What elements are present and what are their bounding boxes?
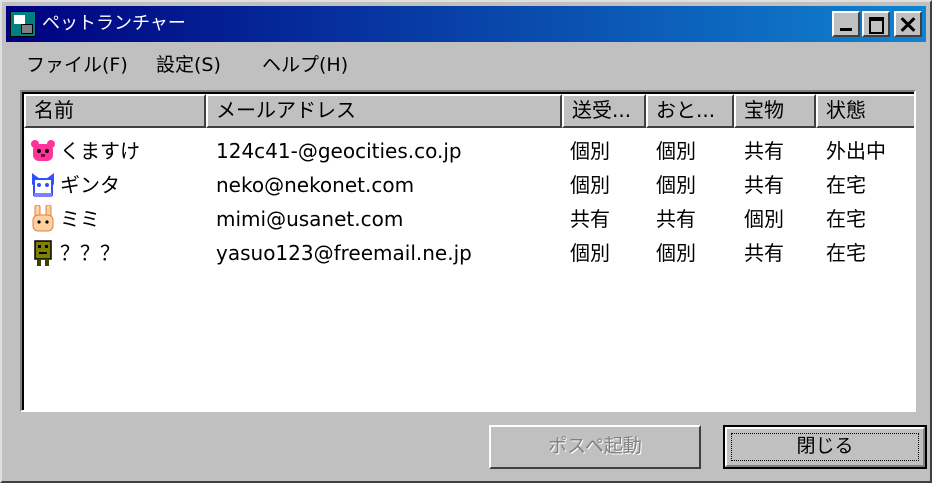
menu-file[interactable]: ファイル(F)	[26, 54, 128, 76]
pet-email: yasuo123@freemail.ne.jp	[216, 241, 472, 265]
pet-send-receive: 個別	[570, 173, 610, 197]
pet-sound: 個別	[656, 139, 696, 163]
menu-bar: ファイル(F) 設定(S) ヘルプ(H)	[6, 46, 926, 82]
column-header-treasure[interactable]: 宝物	[734, 94, 816, 128]
pet-treasure: 共有	[744, 241, 784, 265]
list-header: 名前 メールアドレス 送受... おと... 宝物 状態	[24, 94, 914, 128]
pet-email: 124c41-@geocities.co.jp	[216, 139, 462, 163]
pet-name: くますけ	[60, 139, 140, 163]
title-bar[interactable]: ペットランチャー	[6, 6, 926, 42]
cat-icon	[32, 173, 54, 197]
pet-send-receive: 個別	[570, 139, 610, 163]
menu-help[interactable]: ヘルプ(H)	[262, 54, 348, 76]
window-title: ペットランチャー	[42, 13, 186, 34]
table-row[interactable]: くますけ 124c41-@geocities.co.jp 個別 個別 共有 外出…	[24, 134, 914, 168]
column-header-send-receive[interactable]: 送受...	[562, 94, 646, 128]
column-header-status[interactable]: 状態	[816, 94, 914, 128]
column-header-email[interactable]: メールアドレス	[206, 94, 562, 128]
pet-sound: 個別	[656, 241, 696, 265]
pet-send-receive: 共有	[570, 207, 610, 231]
rabbit-icon	[32, 205, 54, 232]
close-button-label: 閉じる	[796, 435, 854, 457]
minimize-button[interactable]	[832, 11, 860, 37]
pet-name: ギンタ	[60, 173, 120, 197]
pet-status: 在宅	[826, 173, 866, 197]
pet-send-receive: 個別	[570, 241, 610, 265]
launch-postpet-button[interactable]: ポスペ起動	[489, 425, 701, 469]
pet-email: neko@nekonet.com	[216, 173, 415, 197]
pet-launcher-window: ペットランチャー ファイル(F) 設定(S) ヘルプ(H) 名前 メールアドレス…	[0, 0, 932, 483]
maximize-button[interactable]	[862, 11, 890, 37]
pet-name: ？？？	[60, 241, 120, 265]
close-window-button[interactable]	[894, 11, 922, 37]
app-icon[interactable]	[10, 11, 36, 37]
menu-settings[interactable]: 設定(S)	[156, 54, 221, 76]
column-header-name[interactable]: 名前	[24, 94, 206, 128]
table-row[interactable]: ミミ mimi@usanet.com 共有 共有 個別 在宅	[24, 202, 914, 236]
close-button[interactable]: 閉じる	[723, 425, 927, 469]
pet-status: 外出中	[826, 139, 886, 163]
pet-email: mimi@usanet.com	[216, 207, 404, 231]
column-header-sound[interactable]: おと...	[646, 94, 734, 128]
pink-bear-icon	[31, 140, 55, 161]
pet-name: ミミ	[60, 207, 100, 231]
pet-treasure: 個別	[744, 207, 784, 231]
table-row[interactable]: ？？？ yasuo123@freemail.ne.jp 個別 個別 共有 在宅	[24, 236, 914, 270]
pet-status: 在宅	[826, 207, 866, 231]
pet-sound: 共有	[656, 207, 696, 231]
robot-icon	[34, 240, 52, 266]
pet-treasure: 共有	[744, 173, 784, 197]
pet-list[interactable]: 名前 メールアドレス 送受... おと... 宝物 状態 くますけ 124c41…	[20, 90, 916, 412]
pet-treasure: 共有	[744, 139, 784, 163]
pet-status: 在宅	[826, 241, 866, 265]
pet-sound: 個別	[656, 173, 696, 197]
table-row[interactable]: ギンタ neko@nekonet.com 個別 個別 共有 在宅	[24, 168, 914, 202]
